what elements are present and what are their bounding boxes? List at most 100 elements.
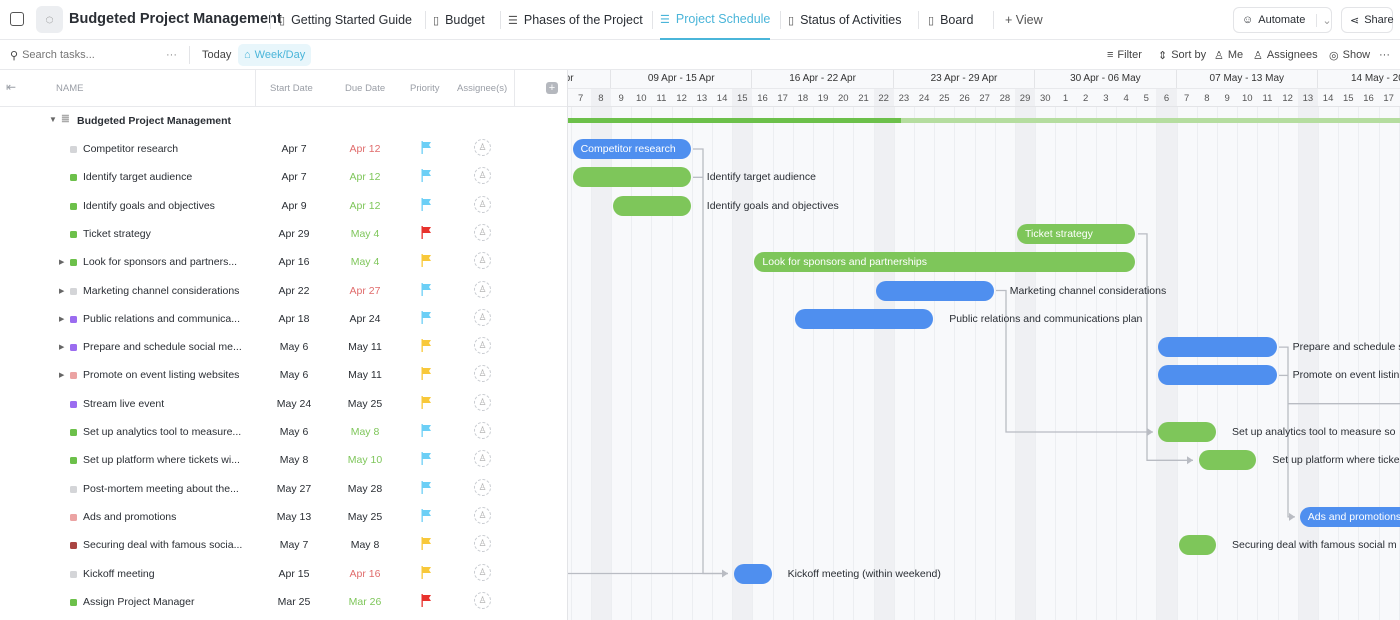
more-icon[interactable]: ··· xyxy=(1379,40,1390,70)
more-options-button[interactable]: ··· xyxy=(166,40,177,70)
add-assignee-icon[interactable]: ♙ xyxy=(474,280,491,298)
gantt-bar[interactable] xyxy=(1178,535,1216,556)
collapse-list-icon[interactable]: ⇤ xyxy=(6,80,16,94)
caret-right-icon[interactable]: ▶ xyxy=(59,343,64,351)
filter-button[interactable]: ≡ Filter xyxy=(1107,40,1142,70)
status-indicator[interactable] xyxy=(70,598,77,606)
due-date[interactable]: May 4 xyxy=(346,256,384,268)
task-name[interactable]: Ticket strategy xyxy=(83,228,151,240)
add-assignee-icon[interactable]: ♙ xyxy=(474,308,491,326)
gantt-bar[interactable]: Competitor research xyxy=(572,139,691,159)
add-assignee-icon[interactable]: ♙ xyxy=(474,139,491,156)
priority-flag-icon[interactable] xyxy=(421,565,431,582)
start-date[interactable]: Apr 22 xyxy=(276,285,312,297)
task-name[interactable]: Look for sponsors and partners... xyxy=(83,256,237,268)
add-view-button[interactable]: + View xyxy=(1005,0,1043,40)
status-indicator[interactable] xyxy=(70,457,77,465)
task-name[interactable]: Promote on event listing websites xyxy=(83,369,239,381)
table-row[interactable]: Securing deal with famous socia... May 7 M… xyxy=(0,531,567,559)
start-date[interactable]: May 6 xyxy=(276,341,312,353)
due-date[interactable]: May 25 xyxy=(346,398,384,410)
column-due-date[interactable]: Due Date xyxy=(345,83,385,94)
table-row[interactable]: Competitor research Apr 7 Apr 12 ♙ xyxy=(0,135,567,163)
table-row[interactable]: ▶ Promote on event listing websites May 6 M… xyxy=(0,361,567,389)
due-date[interactable]: May 8 xyxy=(346,539,384,551)
status-indicator[interactable] xyxy=(70,174,77,182)
column-name[interactable]: NAME xyxy=(56,83,83,94)
status-indicator[interactable] xyxy=(70,485,77,493)
task-name[interactable]: Competitor research xyxy=(83,143,178,155)
start-date[interactable]: Apr 15 xyxy=(276,568,312,580)
table-row[interactable]: Set up analytics tool to measure... May 6… xyxy=(0,418,567,446)
start-date[interactable]: Apr 9 xyxy=(276,200,312,212)
table-row[interactable]: Set up platform where tickets wi... May 8… xyxy=(0,446,567,474)
start-date[interactable]: May 6 xyxy=(276,369,312,381)
priority-flag-icon[interactable] xyxy=(421,169,431,185)
due-date[interactable]: May 25 xyxy=(346,511,384,523)
due-date[interactable]: May 11 xyxy=(346,341,384,353)
priority-flag-icon[interactable] xyxy=(421,537,431,553)
tab-status-of-activities[interactable]: ▯ Status of Activities xyxy=(788,0,902,40)
table-row[interactable]: Ticket strategy Apr 29 May 4 ♙ xyxy=(0,220,567,248)
priority-flag-icon[interactable] xyxy=(421,424,431,440)
due-date[interactable]: Apr 16 xyxy=(346,568,384,580)
task-name[interactable]: Set up analytics tool to measure... xyxy=(83,426,241,438)
task-name[interactable]: Stream live event xyxy=(83,398,164,410)
gantt-bar[interactable] xyxy=(1158,422,1216,442)
task-name[interactable]: Identify goals and objectives xyxy=(83,200,215,212)
priority-flag-icon[interactable] xyxy=(421,225,431,242)
caret-right-icon[interactable]: ▶ xyxy=(59,371,64,379)
tab-budget[interactable]: ▯ Budget xyxy=(433,0,485,40)
priority-flag-icon[interactable] xyxy=(421,508,431,525)
due-date[interactable]: Apr 12 xyxy=(346,200,384,212)
caret-down-icon[interactable]: ▼ xyxy=(49,115,57,124)
start-date[interactable]: May 8 xyxy=(276,454,312,466)
priority-flag-icon[interactable] xyxy=(421,480,431,497)
status-indicator[interactable] xyxy=(70,315,77,323)
tab-board[interactable]: ▯ Board xyxy=(928,0,973,40)
status-indicator[interactable] xyxy=(70,372,77,380)
sort-button[interactable]: ⇕ Sort by xyxy=(1158,40,1206,70)
gantt-bar[interactable] xyxy=(1158,337,1277,358)
add-assignee-icon[interactable]: ♙ xyxy=(474,393,491,411)
start-date[interactable]: Apr 7 xyxy=(276,143,312,155)
task-name[interactable]: Set up platform where tickets wi... xyxy=(83,454,240,466)
add-assignee-icon[interactable]: ♙ xyxy=(474,337,491,355)
start-date[interactable]: Apr 18 xyxy=(276,313,312,325)
gantt-bar[interactable]: Ticket strategy xyxy=(1017,223,1136,244)
due-date[interactable]: May 28 xyxy=(346,483,384,495)
table-row[interactable]: Post-mortem meeting about the... May 27 Ma… xyxy=(0,475,567,503)
add-assignee-icon[interactable]: ♙ xyxy=(474,506,491,524)
gantt-bar[interactable] xyxy=(794,308,934,329)
me-filter-button[interactable]: ♙ Me xyxy=(1214,40,1243,70)
column-start-date[interactable]: Start Date xyxy=(270,83,313,94)
start-date[interactable]: May 13 xyxy=(276,511,312,523)
chevron-down-icon[interactable]: ⌄ xyxy=(1316,13,1332,27)
sidebar-toggle-icon[interactable] xyxy=(10,12,24,26)
start-date[interactable]: Apr 7 xyxy=(276,171,312,183)
table-row[interactable]: Stream live event May 24 May 25 ♙ xyxy=(0,390,567,418)
task-name[interactable]: Prepare and schedule social me... xyxy=(83,341,242,353)
gantt-bar[interactable] xyxy=(572,167,691,188)
gantt-bar[interactable]: Look for sponsors and partnerships xyxy=(754,252,1136,273)
due-date[interactable]: Apr 12 xyxy=(346,143,384,155)
priority-flag-icon[interactable] xyxy=(421,310,431,327)
group-header[interactable]: ▼ ≣ Budgeted Project Management xyxy=(0,110,567,132)
status-indicator[interactable] xyxy=(70,400,77,408)
start-date[interactable]: May 6 xyxy=(276,426,312,438)
start-date[interactable]: Apr 29 xyxy=(276,228,312,240)
table-row[interactable]: Kickoff meeting Apr 15 Apr 16 ♙ xyxy=(0,560,567,588)
status-indicator[interactable] xyxy=(70,230,77,238)
search-box[interactable]: ⚲ xyxy=(10,40,153,70)
add-assignee-icon[interactable]: ♙ xyxy=(474,450,491,468)
gantt-bar[interactable] xyxy=(613,195,691,216)
priority-flag-icon[interactable] xyxy=(421,197,431,214)
due-date[interactable]: Apr 12 xyxy=(346,171,384,183)
tab-getting-started-guide[interactable]: ▯ Getting Started Guide xyxy=(279,0,412,40)
due-date[interactable]: May 10 xyxy=(346,454,384,466)
priority-flag-icon[interactable] xyxy=(421,395,431,412)
table-row[interactable]: ▶ Look for sponsors and partners... Apr 16… xyxy=(0,248,567,276)
status-indicator[interactable] xyxy=(70,542,77,550)
task-name[interactable]: Identify target audience xyxy=(83,171,192,183)
add-column-icon[interactable]: + xyxy=(546,82,558,94)
